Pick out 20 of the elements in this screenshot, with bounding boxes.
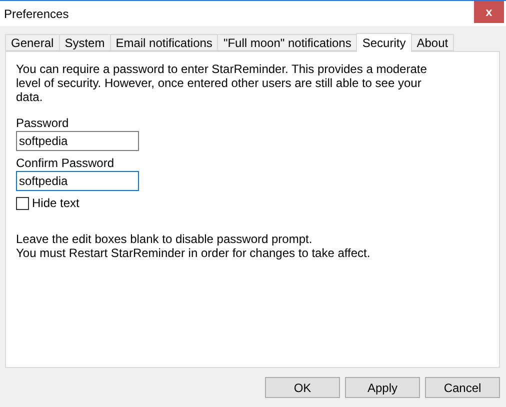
field-label: Confirm Password [16,156,116,170]
tab[interactable]: General [5,34,60,51]
password-field[interactable]: softpedia [16,131,139,151]
intro-text: You can require a password to enter StarReminder. This provides a moderate level of security. However, once entered other users are still able to see your data. [16,62,428,104]
dialog-button[interactable]: Cancel [425,377,500,398]
tab[interactable]: About [410,34,454,51]
password-field[interactable]: softpedia [16,171,139,191]
field-label: Password [16,116,70,130]
close-button[interactable]: x [474,1,504,23]
tab[interactable]: Email notifications [110,34,218,51]
note-text: You must Restart StarReminder in order for changes to take affect. [16,246,372,260]
tab[interactable]: Security [356,33,412,52]
window-title: Preferences [3,6,69,20]
checkbox-label: Hide text [32,196,80,210]
checkbox[interactable] [16,196,29,210]
tab[interactable]: System [58,34,111,51]
dialog-button[interactable]: Apply [345,377,420,398]
note-text: Leave the edit boxes blank to disable password prompt. [16,232,314,246]
dialog-button[interactable]: OK [265,377,340,398]
tab[interactable]: "Full moon" notifications [217,34,358,51]
